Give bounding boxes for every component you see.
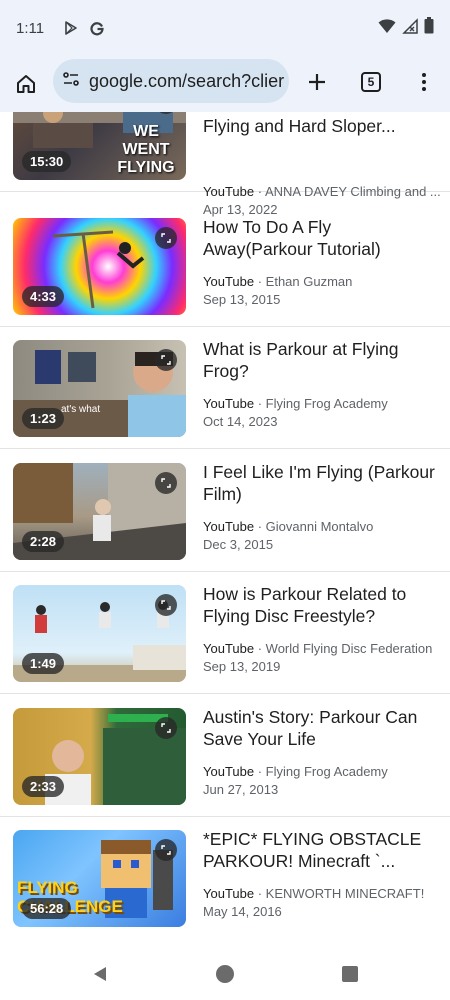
video-result[interactable]: FLYING CHALLENGE 56:28 *EPIC* FLYING OBS… (0, 817, 450, 938)
video-duration: 4:33 (22, 286, 65, 307)
meta-separator: · (254, 764, 266, 779)
new-tab-button[interactable] (295, 60, 339, 104)
video-source: YouTube (203, 886, 255, 901)
video-date: Sep 13, 2019 (203, 659, 281, 674)
status-time: 1:11 (16, 19, 45, 37)
recents-button[interactable] (338, 962, 362, 986)
video-result[interactable]: 4:33 How To Do A Fly Away(Parkour Tutori… (0, 205, 450, 327)
video-title[interactable]: How To Do A Fly Away(Parkour Tutorial) (203, 216, 439, 260)
status-bar: 1:11 (0, 0, 450, 56)
video-date: May 14, 2016 (203, 904, 282, 919)
video-thumbnail[interactable]: 4:33 (13, 218, 186, 315)
video-duration: 2:28 (22, 531, 65, 552)
video-meta: YouTube · Giovanni Montalvo (203, 519, 443, 534)
expand-icon[interactable] (155, 594, 177, 616)
video-meta: YouTube · Flying Frog Academy (203, 764, 443, 779)
video-title[interactable]: *EPIC* FLYING OBSTACLE PARKOUR! Minecraf… (203, 828, 439, 872)
recents-icon (342, 966, 358, 982)
expand-icon[interactable] (155, 717, 177, 739)
video-duration: 1:49 (22, 653, 65, 674)
expand-icon[interactable] (155, 839, 177, 861)
tab-switcher-icon: 5 (361, 72, 381, 92)
video-source: YouTube (203, 519, 255, 534)
video-thumbnail[interactable]: 2:28 (13, 463, 186, 560)
video-source: YouTube (203, 184, 255, 199)
video-source: YouTube (203, 274, 255, 289)
video-title[interactable]: Austin's Story: Parkour Can Save Your Li… (203, 706, 439, 750)
video-meta: YouTube · World Flying Disc Federation (203, 641, 443, 656)
video-channel: World Flying Disc Federation (265, 641, 433, 656)
video-date: Dec 3, 2015 (203, 537, 274, 552)
video-source: YouTube (203, 396, 255, 411)
system-nav-bar (0, 948, 450, 1000)
meta-separator: · (254, 886, 266, 901)
home-circle-icon (216, 965, 234, 983)
home-icon (17, 75, 35, 93)
video-channel: ANNA DAVEY Climbing and ... (264, 184, 441, 199)
video-channel: Flying Frog Academy (265, 396, 388, 411)
home-button[interactable] (0, 58, 52, 110)
video-source: YouTube (203, 764, 255, 779)
meta-separator: · (254, 519, 266, 534)
tab-switcher-button[interactable]: 5 (349, 60, 393, 104)
video-channel: KENWORTH MINECRAFT! (265, 886, 425, 901)
play-store-icon (62, 19, 80, 37)
video-source: YouTube (203, 641, 255, 656)
browser-toolbar: google.com/search?clier 5 (0, 56, 450, 112)
video-duration: 15:30 (22, 151, 72, 172)
video-result[interactable]: 2:33 Austin's Story: Parkour Can Save Yo… (0, 695, 450, 817)
video-channel: Giovanni Montalvo (265, 519, 374, 534)
wifi-icon (378, 18, 396, 39)
battery-icon (424, 17, 434, 39)
video-channel: Flying Frog Academy (265, 764, 388, 779)
video-meta: YouTube · Ethan Guzman (203, 274, 443, 289)
video-title[interactable]: I Feel Like I'm Flying (Parkour Film) (203, 461, 439, 505)
expand-icon[interactable] (155, 349, 177, 371)
overflow-menu-button[interactable] (402, 60, 446, 104)
video-result[interactable]: 2:28 I Feel Like I'm Flying (Parkour Fil… (0, 450, 450, 572)
google-g-icon (88, 19, 106, 37)
video-meta: YouTube · KENWORTH MINECRAFT! (203, 886, 443, 901)
meta-separator: · (254, 641, 266, 656)
video-title[interactable]: How is Parkour Related to Flying Disc Fr… (203, 583, 439, 627)
expand-icon[interactable] (155, 227, 177, 249)
expand-icon[interactable] (155, 472, 177, 494)
video-date: Oct 14, 2023 (203, 414, 278, 429)
video-thumbnail[interactable]: FLYING CHALLENGE 56:28 (13, 830, 186, 927)
video-title[interactable]: Flying and Hard Sloper... (203, 115, 439, 137)
no-signal-icon (402, 17, 418, 39)
tab-count: 5 (367, 75, 375, 89)
video-duration: 1:23 (22, 408, 65, 429)
video-channel: Ethan Guzman (265, 274, 353, 289)
video-title[interactable]: What is Parkour at Flying Frog? (203, 338, 439, 382)
new-tab-plus-icon (309, 74, 325, 90)
video-duration: 56:28 (22, 898, 72, 919)
video-meta: YouTube · Flying Frog Academy (203, 396, 443, 411)
video-meta: YouTube · ANNA DAVEY Climbing and ... (203, 184, 443, 199)
thumbnail-caption: at's what (61, 404, 101, 415)
meta-separator: · (254, 184, 265, 199)
back-icon (94, 967, 106, 981)
video-thumbnail[interactable]: 1:49 (13, 585, 186, 682)
thumbnail-caption: WE WENT FLYING (117, 123, 175, 176)
url-text: google.com/search?clier (89, 70, 285, 91)
video-date: Jun 27, 2013 (203, 782, 279, 797)
video-result[interactable]: 1:49 How is Parkour Related to Flying Di… (0, 572, 450, 694)
results-list: WE WENT FLYING 15:30 Flying and Hard Slo… (0, 112, 450, 938)
video-result[interactable]: WE WENT FLYING 15:30 Flying and Hard Slo… (0, 112, 450, 217)
address-bar[interactable]: google.com/search?clier (53, 59, 289, 103)
home-nav-button[interactable] (213, 962, 237, 986)
video-thumbnail[interactable]: WE WENT FLYING 15:30 (13, 112, 186, 180)
overflow-menu-icon (422, 73, 426, 91)
back-button[interactable] (88, 962, 112, 986)
meta-separator: · (254, 274, 266, 289)
meta-separator: · (254, 396, 266, 411)
video-date: Sep 13, 2015 (203, 292, 281, 307)
video-result[interactable]: at's what 1:23 What is Parkour at Flying… (0, 327, 450, 449)
video-duration: 2:33 (22, 776, 65, 797)
video-thumbnail[interactable]: 2:33 (13, 708, 186, 805)
site-info-icon[interactable] (61, 69, 81, 94)
video-thumbnail[interactable]: at's what 1:23 (13, 340, 186, 437)
